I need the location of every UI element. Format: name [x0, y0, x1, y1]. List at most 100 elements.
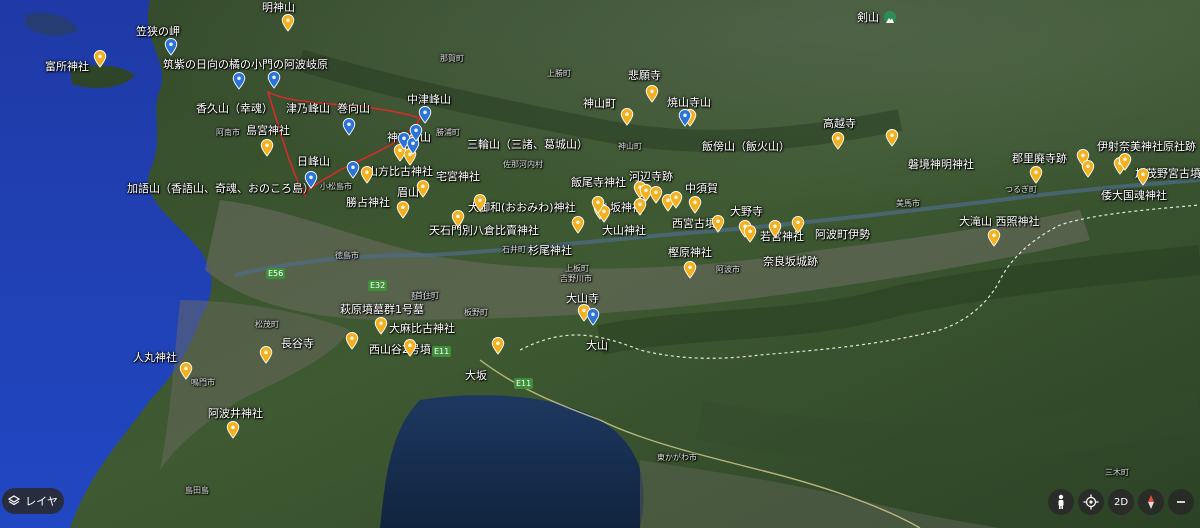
yellow-placemark-pin[interactable]	[360, 166, 374, 184]
place-label: 杉尾神社	[528, 244, 572, 257]
yellow-placemark-pin[interactable]	[491, 337, 505, 355]
yellow-placemark-pin[interactable]	[1081, 160, 1095, 178]
yellow-placemark-pin[interactable]	[571, 216, 585, 234]
yellow-placemark-pin[interactable]	[743, 225, 757, 243]
place-label: 筑紫の日向の橘の小門の阿波岐原	[163, 58, 328, 71]
blue-placemark-pin[interactable]	[678, 109, 692, 127]
place-label: 神山町	[583, 97, 616, 110]
yellow-placemark-pin[interactable]	[711, 215, 725, 233]
place-label: 大滝山 西照神社	[959, 215, 1040, 228]
yellow-placemark-pin[interactable]	[620, 108, 634, 126]
place-label: 剣山	[857, 11, 879, 24]
yellow-placemark-pin[interactable]	[473, 194, 487, 212]
place-label: 首住町	[415, 291, 439, 300]
place-label: 郡里廃寺跡	[1012, 152, 1067, 165]
zoom-out-button[interactable]	[1168, 489, 1194, 515]
place-label: 那賀町	[440, 54, 464, 63]
yellow-placemark-pin[interactable]	[688, 196, 702, 214]
my-location-button[interactable]	[1078, 489, 1104, 515]
blue-placemark-pin[interactable]	[164, 38, 178, 56]
place-label: 大坂	[465, 369, 487, 382]
place-label: 上板町	[565, 264, 589, 273]
place-label: 東かがわ市	[657, 453, 697, 462]
yellow-placemark-pin[interactable]	[416, 180, 430, 198]
place-label: 加語山（香語山、奇魂、おのころ島）	[127, 182, 314, 195]
yellow-placemark-pin[interactable]	[374, 317, 388, 335]
blue-placemark-pin[interactable]	[409, 124, 423, 142]
minus-icon	[1177, 501, 1185, 503]
yellow-placemark-pin[interactable]	[396, 201, 410, 219]
place-label: 笠狭の岬	[136, 25, 180, 38]
compass-button[interactable]	[1138, 489, 1164, 515]
highway-shield: E11	[514, 378, 534, 389]
yellow-placemark-pin[interactable]	[1136, 168, 1150, 186]
yellow-placemark-pin[interactable]	[645, 85, 659, 103]
yellow-placemark-pin[interactable]	[260, 139, 274, 157]
place-label: 巻向山	[337, 102, 370, 115]
place-label: 中津峰山	[407, 93, 451, 106]
yellow-placemark-pin[interactable]	[93, 50, 107, 68]
place-label: 神山町	[618, 142, 642, 151]
place-label: 日峰山	[297, 155, 330, 168]
yellow-placemark-pin[interactable]	[591, 196, 605, 214]
place-label: 磐境神明神社	[908, 158, 974, 171]
yellow-placemark-pin[interactable]	[1029, 166, 1043, 184]
yellow-placemark-pin[interactable]	[683, 261, 697, 279]
place-label: 勝浦町	[436, 128, 460, 137]
place-label: 奈良坂城跡	[763, 255, 818, 268]
pegman-icon	[1058, 494, 1064, 509]
place-label: 山方比古神社	[367, 165, 433, 178]
pegman-button[interactable]	[1048, 489, 1074, 515]
yellow-placemark-pin[interactable]	[259, 346, 273, 364]
mountain-icon	[884, 11, 896, 23]
blue-placemark-pin[interactable]	[586, 308, 600, 326]
blue-placemark-pin[interactable]	[267, 71, 281, 89]
terrain-map	[0, 0, 1200, 528]
yellow-placemark-pin[interactable]	[885, 129, 899, 147]
toggle-2d-button[interactable]: 2D	[1108, 489, 1134, 515]
yellow-placemark-pin[interactable]	[345, 332, 359, 350]
layers-label: レイヤ	[25, 495, 58, 508]
place-label: 上勝町	[547, 69, 571, 78]
place-label: 大麻比古神社	[389, 322, 455, 335]
map-view[interactable]: 明神山 笠狭の岬 筑紫の日向の橘の小門の阿波岐原 富所神社 香久山（幸魂） 津乃…	[0, 0, 1200, 528]
place-label: 阿波市	[716, 265, 740, 274]
yellow-placemark-pin[interactable]	[1118, 153, 1132, 171]
place-label: 西宮古墳	[672, 217, 716, 230]
blue-placemark-pin[interactable]	[304, 171, 318, 189]
blue-placemark-pin[interactable]	[346, 161, 360, 179]
yellow-placemark-pin[interactable]	[403, 339, 417, 357]
place-label: 焼山寺山	[667, 96, 711, 109]
compass-icon	[1148, 495, 1154, 509]
place-label: 美馬市	[896, 199, 920, 208]
yellow-placemark-pin[interactable]	[633, 198, 647, 216]
yellow-placemark-pin[interactable]	[179, 362, 193, 380]
yellow-placemark-pin[interactable]	[831, 132, 845, 150]
blue-placemark-pin[interactable]	[342, 118, 356, 136]
crosshair-icon	[1083, 494, 1099, 510]
place-label: 中須賀	[685, 182, 718, 195]
yellow-placemark-pin[interactable]	[226, 421, 240, 439]
yellow-placemark-pin[interactable]	[669, 191, 683, 209]
yellow-placemark-pin[interactable]	[791, 216, 805, 234]
place-label: 徳島市	[335, 251, 359, 260]
blue-placemark-pin[interactable]	[418, 106, 432, 124]
place-label: 阿南市	[216, 128, 240, 137]
place-label: 長谷寺	[281, 337, 314, 350]
place-label: 萩原墳墓群1号墓	[340, 303, 424, 316]
yellow-placemark-pin[interactable]	[281, 14, 295, 32]
place-label: 佐那河内村	[503, 160, 543, 169]
place-label: 三木町	[1105, 468, 1129, 477]
yellow-placemark-pin[interactable]	[451, 210, 465, 228]
yellow-placemark-pin[interactable]	[987, 229, 1001, 247]
yellow-placemark-pin[interactable]	[768, 220, 782, 238]
place-label: 松茂町	[255, 320, 279, 329]
place-label: 飯傍山（飯火山）	[702, 140, 790, 153]
place-label: 勝占神社	[346, 196, 390, 209]
place-label: 板野町	[464, 308, 488, 317]
place-label: 高越寺	[823, 117, 856, 130]
highway-shield: E11	[432, 346, 452, 357]
place-label: 阿波町伊勢	[815, 228, 870, 241]
layers-button[interactable]: レイヤ	[2, 488, 64, 514]
blue-placemark-pin[interactable]	[232, 72, 246, 90]
